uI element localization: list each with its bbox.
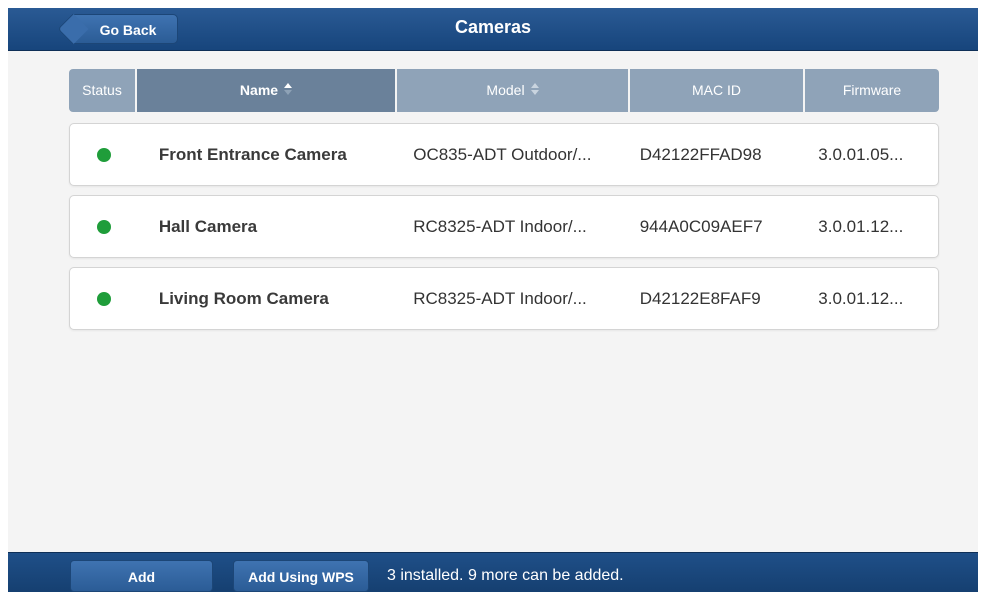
status-dot-icon: [96, 219, 111, 234]
status-dot-icon: [96, 147, 111, 162]
installed-count-text: 3 installed. 9 more can be added.: [387, 567, 624, 584]
camera-name: Hall Camera: [158, 216, 258, 236]
camera-firmware: 3.0.01.05...: [818, 144, 904, 164]
camera-firmware: 3.0.01.12...: [818, 216, 904, 236]
camera-name: Front Entrance Camera: [158, 144, 347, 164]
column-header-model[interactable]: Model: [397, 69, 630, 112]
add-using-wps-button[interactable]: Add Using WPS: [233, 560, 369, 592]
table-row[interactable]: Hall Camera RC8325-ADT Indoor/... 944A0C…: [69, 195, 939, 258]
app-frame: Go Back Cameras Status Name Model MAC ID…: [8, 8, 978, 592]
camera-model: RC8325-ADT Indoor/...: [413, 288, 587, 308]
status-cell: [70, 291, 138, 306]
camera-model: OC835-ADT Outdoor/...: [413, 144, 592, 164]
bottom-bar: Add Add Using WPS 3 installed. 9 more ca…: [8, 552, 978, 592]
status-cell: [70, 219, 138, 234]
page-title: Cameras: [454, 17, 532, 37]
column-header-mac-id[interactable]: MAC ID: [630, 69, 805, 112]
camera-model: RC8325-ADT Indoor/...: [413, 216, 587, 236]
camera-name: Living Room Camera: [158, 288, 329, 308]
camera-firmware: 3.0.01.12...: [818, 288, 904, 308]
column-header-status[interactable]: Status: [69, 69, 137, 112]
table-header: Status Name Model MAC ID Firmware: [69, 69, 939, 112]
camera-list: Front Entrance Camera OC835-ADT Outdoor/…: [69, 123, 939, 339]
camera-mac-id: 944A0C09AEF7: [639, 216, 763, 236]
table-row[interactable]: Front Entrance Camera OC835-ADT Outdoor/…: [69, 123, 939, 186]
status-cell: [70, 147, 138, 162]
sort-arrows-icon: [284, 83, 293, 96]
table-row[interactable]: Living Room Camera RC8325-ADT Indoor/...…: [69, 267, 939, 330]
camera-mac-id: D42122FFAD98: [639, 144, 762, 164]
status-dot-icon: [96, 291, 111, 306]
top-bar: Go Back Cameras: [8, 8, 978, 51]
camera-mac-id: D42122E8FAF9: [639, 288, 761, 308]
sort-arrows-icon: [530, 83, 539, 96]
column-header-firmware[interactable]: Firmware: [805, 69, 939, 112]
add-button[interactable]: Add: [70, 560, 213, 592]
column-header-name[interactable]: Name: [137, 69, 397, 112]
